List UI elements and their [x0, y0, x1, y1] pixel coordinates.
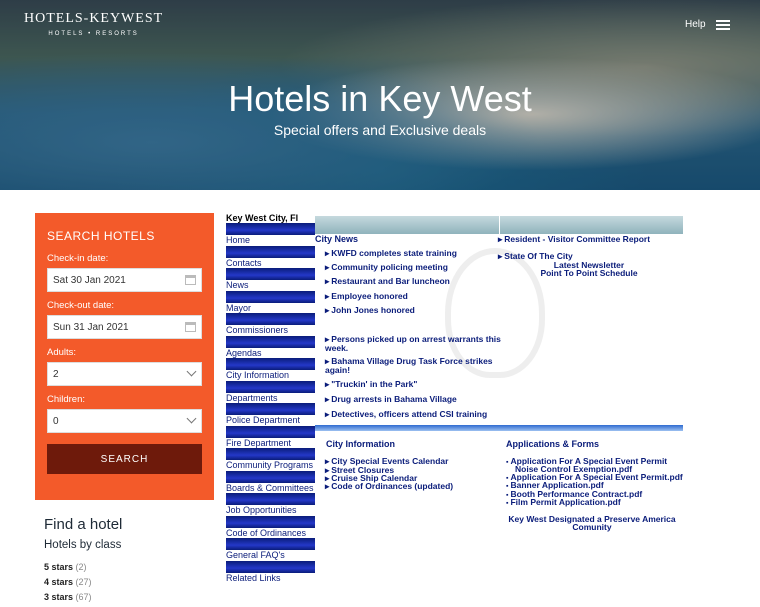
sidebar-item[interactable]: Related Links	[226, 560, 315, 584]
find-hotel-section: Find a hotel Hotels by class 5 stars (2)…	[44, 516, 122, 607]
sidebar-item-label[interactable]: Departments	[226, 393, 278, 403]
sidebar-item-label[interactable]: General FAQ's	[226, 550, 285, 560]
sidebar-item[interactable]: News	[226, 268, 315, 291]
apps-heading: Applications & Forms	[506, 439, 600, 449]
search-title: SEARCH HOTELS	[47, 229, 155, 243]
calendar-icon[interactable]	[185, 322, 196, 332]
logo-main-text: HOTELS-KEYWEST	[24, 11, 164, 26]
sidebar-item-label[interactable]: Police Department	[226, 415, 300, 425]
city-content: City News KWFD completes state training …	[315, 216, 683, 532]
calendar-icon[interactable]	[185, 275, 196, 285]
report-link[interactable]: Resident - Visitor Committee Report	[498, 234, 650, 245]
news-link[interactable]: Persons picked up on arrest warrants thi…	[325, 334, 501, 345]
sidebar-item-label[interactable]: Contacts	[226, 258, 262, 268]
info-heading: City Information	[326, 439, 395, 449]
sidebar-item[interactable]: Job Opportunities	[226, 493, 315, 516]
hotel-class-list: 5 stars (2) 4 stars (27) 3 stars (67)	[44, 562, 122, 607]
sidebar-item[interactable]: Police Department	[226, 403, 315, 426]
sidebar-item-label[interactable]: Boards & Committees	[226, 483, 314, 493]
sidebar-item[interactable]: City Information	[226, 358, 315, 381]
news-link[interactable]: KWFD completes state training	[325, 248, 457, 259]
news-link[interactable]: John Jones honored	[325, 305, 415, 316]
sidebar-item[interactable]: Departments	[226, 380, 315, 404]
news-link[interactable]: Community policing meeting	[325, 262, 448, 273]
news-link[interactable]: Restaurant and Bar luncheon	[325, 276, 450, 287]
checkout-label: Check-out date:	[47, 300, 115, 311]
sidebar-item[interactable]: Community Programs	[226, 448, 315, 471]
schedule-link[interactable]: Point To Point Schedule	[529, 268, 649, 278]
sidebar-item[interactable]: Agendas	[226, 335, 315, 359]
sidebar-item-label[interactable]: Job Opportunities	[226, 505, 297, 515]
sidebar-item[interactable]: Home	[226, 223, 315, 246]
adults-value: 2	[53, 368, 59, 380]
form-link[interactable]: Film Permit Application.pdf	[506, 497, 620, 507]
sidebar-item-label[interactable]: Fire Department	[226, 438, 291, 448]
checkin-value: Sat 30 Jan 2021	[53, 274, 126, 286]
hamburger-menu-icon[interactable]	[716, 20, 730, 30]
sidebar-item[interactable]: Commissioners	[226, 313, 315, 336]
list-item[interactable]: 5 stars (2)	[44, 562, 122, 577]
page-subtitle: Special offers and Exclusive deals	[273, 122, 487, 138]
class-count: (27)	[75, 577, 92, 587]
page-title: Hotels in Key West	[228, 78, 532, 119]
class-count: (67)	[75, 592, 92, 602]
sidebar-item[interactable]: Code of Ordinances	[226, 515, 315, 539]
list-item[interactable]: 4 stars (27)	[44, 577, 122, 592]
adults-label: Adults:	[47, 347, 77, 358]
checkin-label: Check-in date:	[47, 253, 109, 264]
search-button[interactable]: SEARCH	[47, 444, 202, 474]
news-link[interactable]: Drug arrests in Bahama Village	[325, 394, 457, 405]
news-link[interactable]: Detectives, officers attend CSI training	[325, 409, 487, 420]
section-divider	[315, 425, 683, 431]
class-label[interactable]: 4 stars	[44, 577, 73, 587]
sidebar-item-label[interactable]: Related Links	[226, 573, 281, 583]
news-heading: City News	[315, 234, 359, 244]
news-link[interactable]: "Truckin' in the Park"	[325, 379, 417, 390]
sidebar-item-label[interactable]: Code of Ordinances	[226, 528, 306, 538]
checkin-date-field[interactable]: Sat 30 Jan 2021	[47, 268, 202, 292]
sidebar-item-label[interactable]: Commissioners	[226, 325, 288, 335]
hero-banner: HOTELS-KEYWEST HOTELS • RESORTS Help Hot…	[0, 0, 760, 190]
help-link[interactable]: Help	[685, 19, 706, 30]
sidebar-item[interactable]: Mayor	[226, 290, 315, 314]
adults-select[interactable]: 2	[47, 362, 202, 386]
search-hotels-panel: SEARCH HOTELS Check-in date: Sat 30 Jan …	[35, 213, 214, 500]
news-link[interactable]: Bahama Village Drug Task Force strikes	[325, 356, 492, 367]
sidebar-item[interactable]: Contacts	[226, 245, 315, 269]
chevron-down-icon	[186, 413, 197, 424]
checkout-date-field[interactable]: Sun 31 Jan 2021	[47, 315, 202, 339]
class-count: (2)	[75, 562, 87, 572]
sidebar-item-label[interactable]: Agendas	[226, 348, 262, 358]
sidebar-item-label[interactable]: Home	[226, 235, 250, 245]
header-strip	[315, 216, 499, 234]
news-link-cont[interactable]: again!	[325, 365, 350, 375]
children-select[interactable]: 0	[47, 409, 202, 433]
find-hotel-title: Find a hotel	[44, 516, 123, 533]
children-value: 0	[53, 415, 59, 427]
sidebar-item-label[interactable]: News	[226, 280, 249, 290]
sidebar-item[interactable]: Boards & Committees	[226, 470, 315, 494]
chevron-down-icon	[186, 366, 197, 377]
designation-link-cont[interactable]: Comunity	[505, 522, 679, 532]
sidebar-item[interactable]: Fire Department	[226, 425, 315, 449]
checkout-value: Sun 31 Jan 2021	[53, 321, 129, 333]
class-label[interactable]: 3 stars	[44, 592, 73, 602]
city-sidebar: Key West City, Fl Home Contacts News May…	[226, 213, 315, 583]
info-link[interactable]: Code of Ordinances (updated)	[325, 481, 453, 492]
class-label[interactable]: 5 stars	[44, 562, 73, 572]
children-label: Children:	[47, 394, 86, 405]
site-logo[interactable]: HOTELS-KEYWEST HOTELS • RESORTS	[24, 11, 163, 37]
news-link-cont[interactable]: week.	[325, 343, 348, 353]
sidebar-item-label[interactable]: Community Programs	[226, 460, 313, 470]
header-strip	[500, 216, 683, 234]
sidebar-item-label[interactable]: Mayor	[226, 303, 251, 313]
logo-sub-text: HOTELS • RESORTS	[48, 31, 139, 37]
news-link[interactable]: Employee honored	[325, 291, 408, 302]
sidebar-item-label[interactable]: City Information	[226, 370, 289, 380]
sidebar-item[interactable]: General FAQ's	[226, 538, 315, 561]
city-title: Key West City, Fl	[226, 213, 299, 223]
hotels-by-class-title: Hotels by class	[44, 539, 122, 551]
